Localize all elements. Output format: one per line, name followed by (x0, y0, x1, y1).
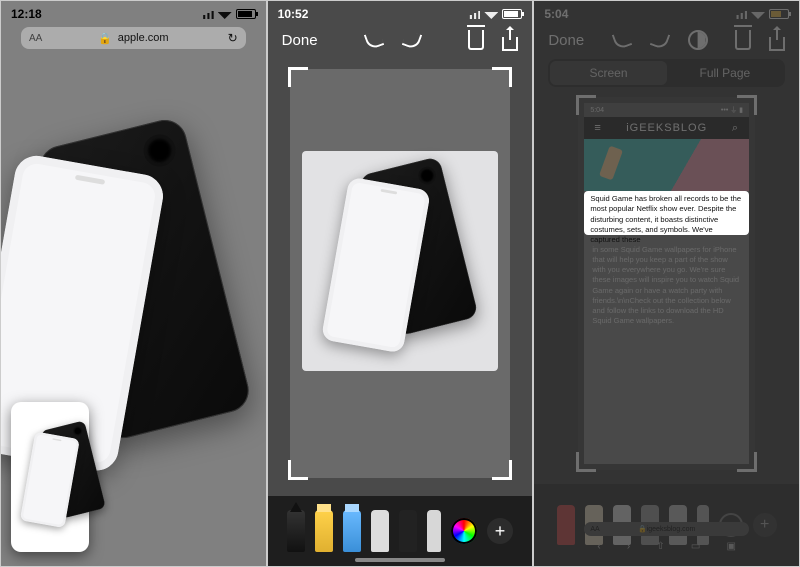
captured-address-bar: AA 🔒 igeeksblog.com (584, 522, 749, 536)
home-indicator (355, 558, 445, 562)
status-bar: 12:18 (1, 1, 266, 27)
highlighter-tool[interactable] (343, 510, 361, 552)
tabs-icon: ▣ (726, 541, 735, 552)
ruler-tool[interactable] (427, 510, 441, 552)
marker-tool[interactable] (315, 510, 333, 552)
crop-handle-bottom-right[interactable] (492, 460, 512, 480)
captured-url: igeeksblog.com (647, 526, 696, 533)
cellular-icon (733, 9, 747, 19)
safari-address-bar[interactable]: AA 🔒 apple.com ↻ (21, 27, 246, 49)
wifi-icon (751, 9, 765, 19)
wifi-icon (218, 9, 232, 19)
crop-canvas[interactable] (290, 69, 511, 478)
status-time: 12:18 (11, 7, 42, 21)
crop-handle-bottom-left[interactable] (576, 452, 596, 472)
crop-handle-top-left[interactable] (288, 67, 308, 87)
pen-tool[interactable] (557, 505, 575, 545)
trash-icon[interactable] (468, 30, 484, 50)
selected-crop-region[interactable] (302, 151, 499, 371)
lock-icon: 🔒 (638, 525, 647, 533)
trash-icon[interactable] (735, 30, 751, 50)
highlighted-selection[interactable]: Squid Game has broken all records to be … (584, 191, 749, 235)
status-time: 5:04 (544, 7, 568, 21)
color-picker-icon[interactable] (451, 518, 477, 544)
crop-frame[interactable] (578, 97, 755, 470)
segment-full-page[interactable]: Full Page (667, 61, 783, 85)
redo-icon[interactable] (402, 30, 422, 50)
segment-screen[interactable]: Screen (550, 61, 666, 85)
status-indicators (466, 9, 522, 19)
share-icon[interactable] (769, 37, 785, 51)
reload-icon[interactable]: ↻ (228, 31, 238, 45)
done-button[interactable]: Done (282, 32, 318, 49)
add-shape-button[interactable]: + (753, 513, 777, 537)
captured-safari-tabbar: ‹ › ⇧ ▭ ▣ (584, 538, 749, 554)
share-icon[interactable] (502, 37, 518, 51)
text-size-button[interactable]: AA (29, 33, 42, 44)
panel-safari-thumbnail: 12:18 AA 🔒 apple.com ↻ (0, 0, 267, 567)
lock-icon: 🔒 (98, 32, 112, 45)
status-indicators (200, 9, 256, 19)
text-size-button: AA (590, 526, 599, 533)
add-shape-button[interactable]: + (487, 518, 513, 544)
status-time: 10:52 (278, 7, 309, 21)
undo-icon[interactable] (612, 30, 632, 50)
crop-handle-bottom-right[interactable] (737, 452, 757, 472)
wifi-icon (484, 9, 498, 19)
cellular-icon (200, 9, 214, 19)
redo-icon[interactable] (650, 30, 670, 50)
crop-handle-top-right[interactable] (492, 67, 512, 87)
cellular-icon (466, 9, 480, 19)
battery-icon (236, 9, 256, 19)
share-icon: ⇧ (656, 541, 664, 552)
panel-markup-crop: 10:52 Done (267, 0, 534, 567)
capture-mode-segmented[interactable]: Screen Full Page (548, 59, 785, 87)
markup-toolbar: Done (268, 23, 533, 57)
crop-handle-top-left[interactable] (576, 95, 596, 115)
forward-icon: › (627, 541, 630, 552)
opacity-icon[interactable] (688, 30, 708, 50)
status-indicators (733, 9, 789, 19)
panel-markup-fullpage: 5:04 Done Screen Full Page 5:04 ••• ⏚ ▮ (533, 0, 800, 567)
lasso-tool[interactable] (399, 510, 417, 552)
pen-tool[interactable] (287, 510, 305, 552)
url-text: apple.com (118, 32, 169, 44)
bookmarks-icon: ▭ (691, 541, 700, 552)
battery-icon (769, 9, 789, 19)
undo-icon[interactable] (364, 30, 384, 50)
back-icon: ‹ (597, 541, 600, 552)
crop-handle-bottom-left[interactable] (288, 460, 308, 480)
camera-lens (144, 134, 176, 166)
crop-handle-top-right[interactable] (737, 95, 757, 115)
eraser-tool[interactable] (371, 510, 389, 552)
markup-tool-tray: + (268, 496, 533, 566)
battery-icon (502, 9, 522, 19)
markup-toolbar: Done (534, 23, 799, 57)
screenshot-thumbnail[interactable] (11, 402, 89, 552)
done-button[interactable]: Done (548, 32, 584, 49)
